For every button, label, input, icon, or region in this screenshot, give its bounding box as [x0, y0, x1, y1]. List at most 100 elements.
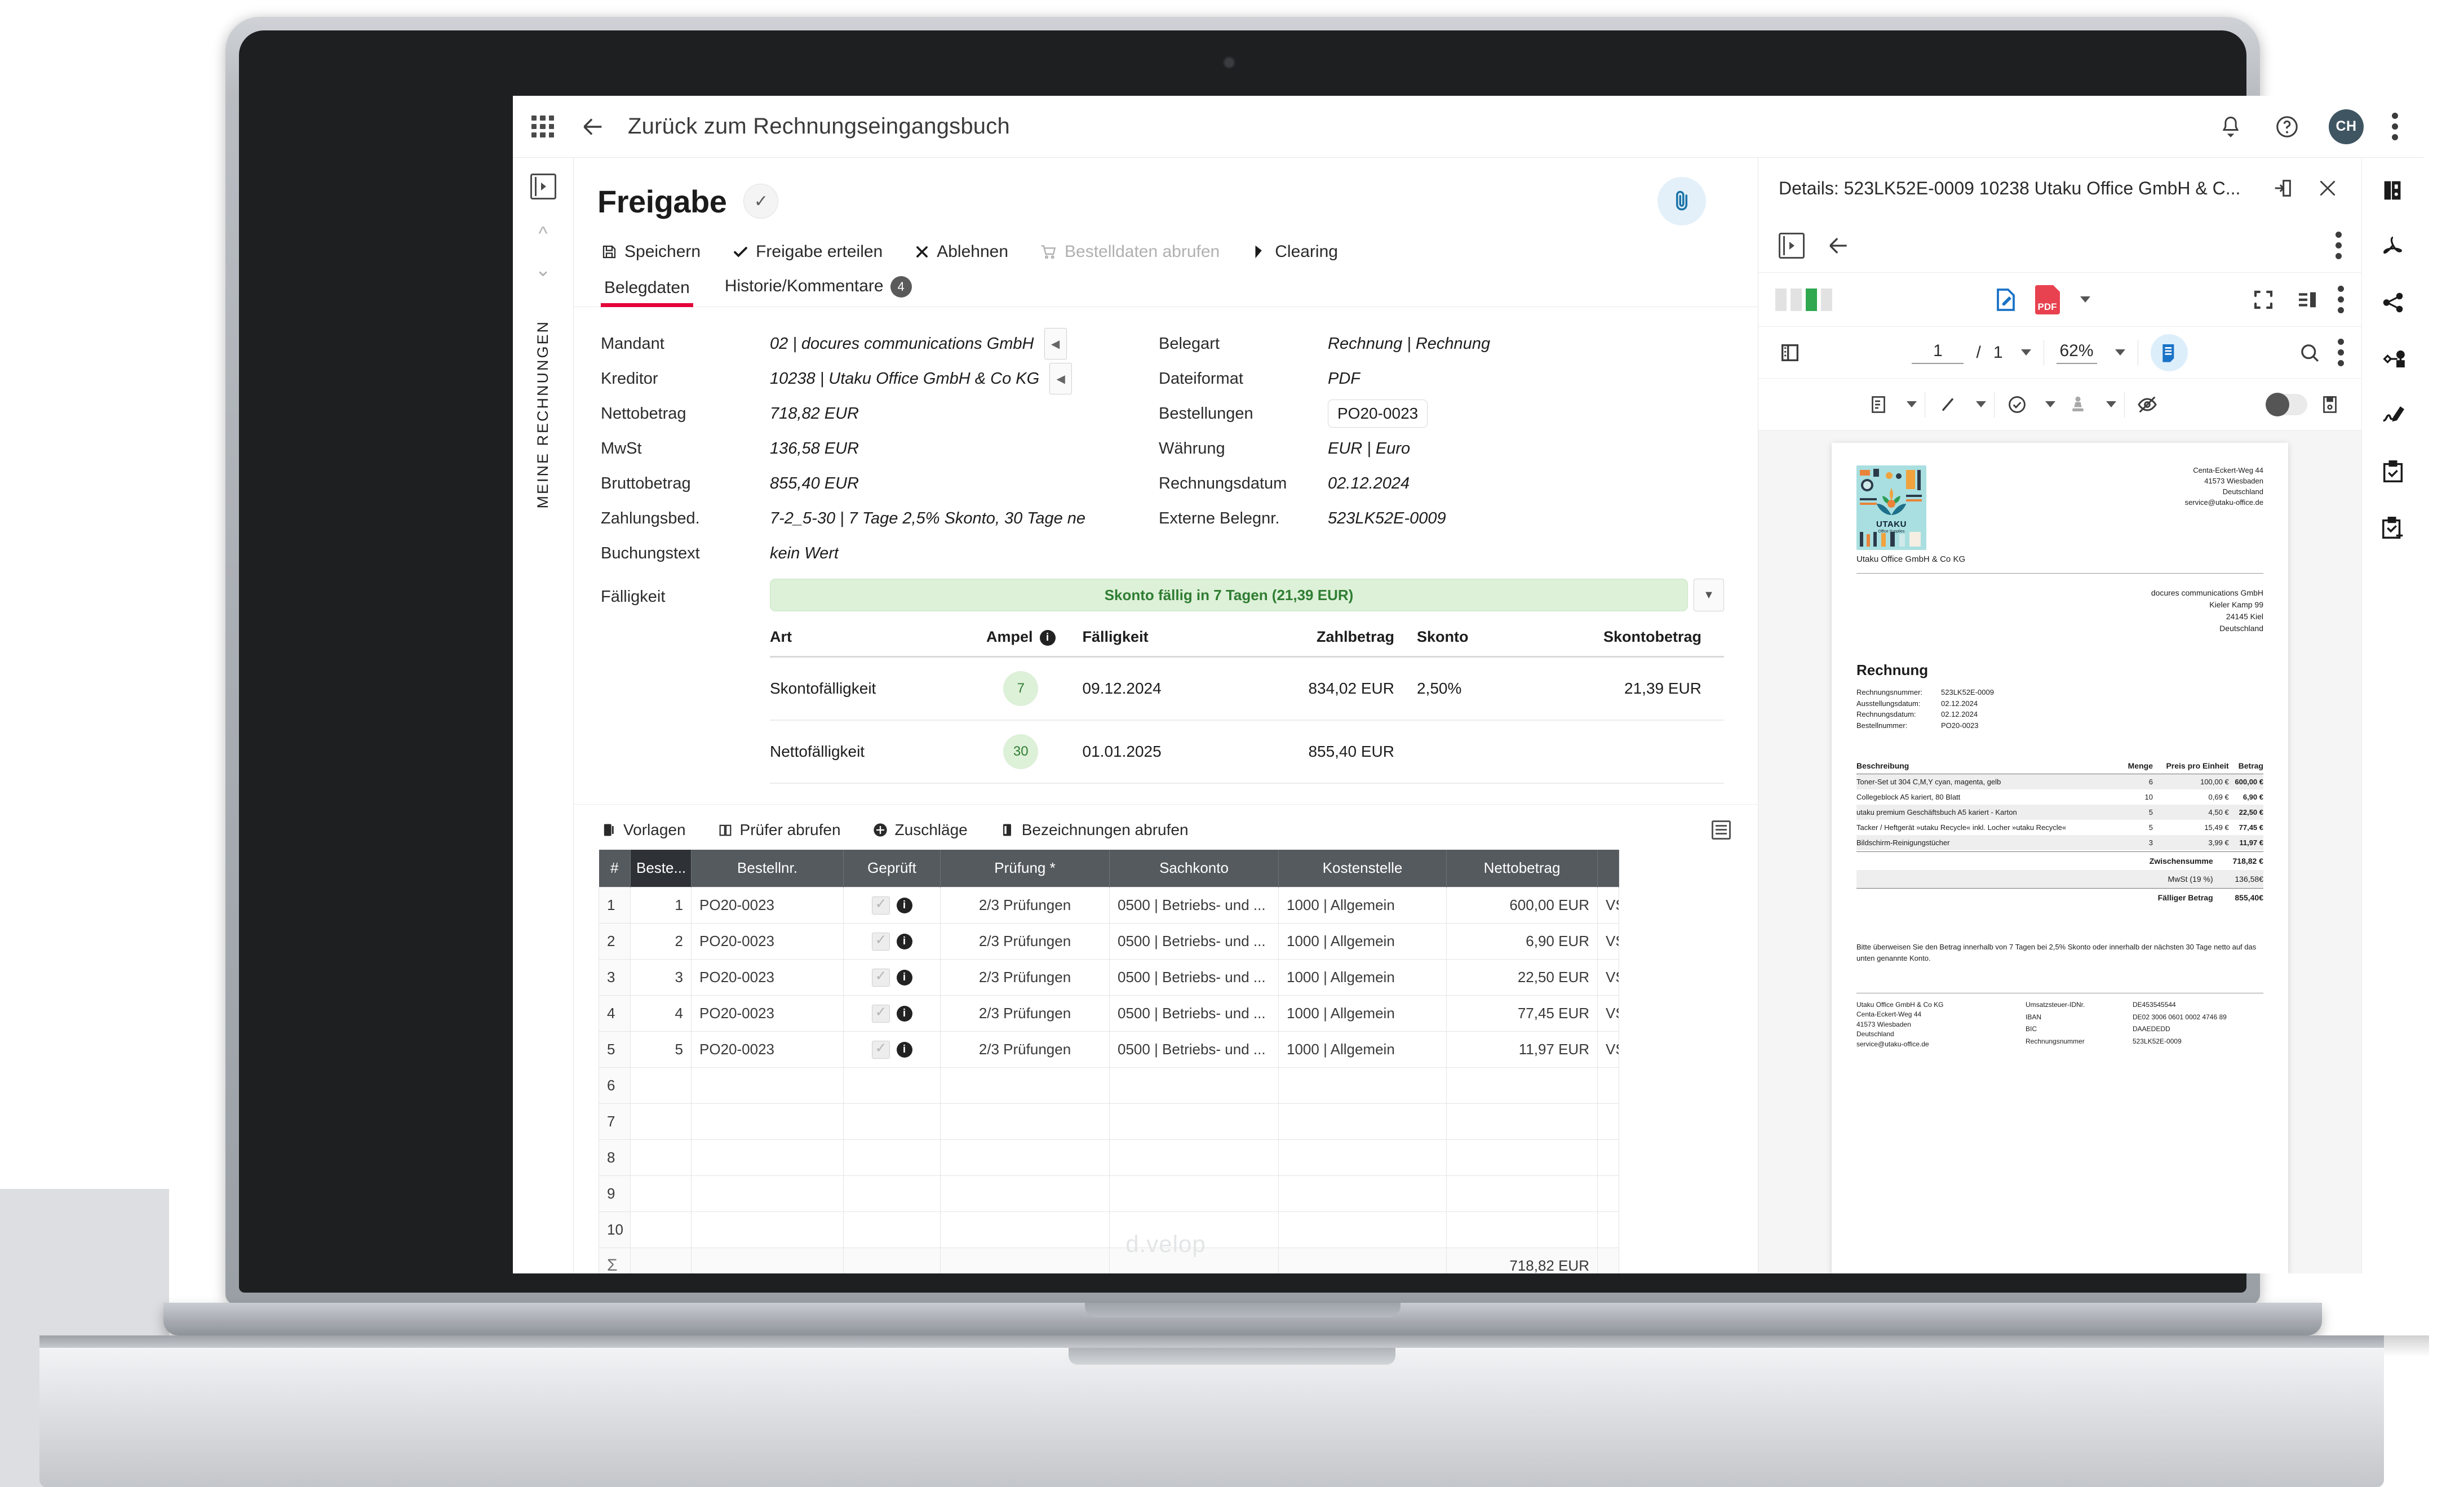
action-bestelldaten-abrufen[interactable]: Bestelldaten abrufen [1040, 242, 1220, 261]
viewer-more-vertical-icon[interactable] [2337, 286, 2345, 313]
acrobat-icon[interactable] [2378, 231, 2408, 261]
col-bestellnr[interactable]: Bestellnr. [691, 850, 844, 887]
signature-chevron-down-icon[interactable] [2106, 401, 2116, 407]
table-row[interactable]: 44PO20-0023i2/3 Prüfungen0500 | Betriebs… [599, 995, 1619, 1032]
table-row[interactable]: 9 [599, 1175, 1619, 1212]
zoom-chevron-down-icon[interactable] [2115, 349, 2125, 356]
stamp-chevron-down-icon[interactable] [2045, 401, 2055, 407]
eye-off-icon[interactable] [2133, 390, 2162, 419]
search-icon[interactable] [2295, 338, 2324, 367]
stamp-icon[interactable] [2063, 390, 2093, 419]
status-badge[interactable]: ✓ [743, 184, 779, 219]
table-row[interactable]: 33PO20-0023i2/3 Prüfungen0500 | Betriebs… [599, 958, 1619, 996]
next-record-chevron-down-icon[interactable]: ⌄ [535, 260, 551, 279]
open-in-new-icon[interactable] [2268, 174, 2297, 203]
table-row[interactable]: 11PO20-0023i2/3 Prüfungen0500 | Betriebs… [599, 886, 1619, 924]
field-value[interactable]: EUR | Euro [1328, 440, 1410, 458]
note-chevron-down-icon[interactable] [1906, 401, 1917, 407]
field-value[interactable]: Rechnung | Rechnung [1328, 335, 1490, 353]
column-settings-icon[interactable] [1712, 820, 1731, 840]
col-geprueft[interactable]: Geprüft [843, 850, 941, 887]
checkbox[interactable] [871, 1040, 890, 1059]
faelligkeit-dropdown-button[interactable]: ▼ [1694, 579, 1724, 611]
info-icon[interactable]: i [896, 933, 912, 949]
action-ablehnen[interactable]: Ablehnen [914, 242, 1008, 261]
page-number-input[interactable]: 1 [1912, 341, 1964, 364]
kreditor-picker-button[interactable]: ◀ [1049, 363, 1073, 394]
items-action-pruefer-abrufen[interactable]: Prüfer abrufen [717, 821, 841, 839]
check-stamp-icon[interactable] [2002, 390, 2032, 419]
workflow-icon[interactable] [2378, 344, 2408, 374]
field-value[interactable]: 10238 | Utaku Office GmbH & Co KG [770, 370, 1039, 388]
text-highlight-icon[interactable] [2150, 334, 2188, 371]
detail-back-arrow-icon[interactable] [1824, 231, 1853, 260]
pdf-viewer-area[interactable]: UTAKU Office Supplies Utaku Office GmbH … [1758, 430, 2361, 1273]
info-icon[interactable]: i [896, 897, 912, 913]
detail-panel-toggle-icon[interactable] [1779, 232, 1805, 259]
more-vertical-icon[interactable] [2391, 113, 2399, 140]
col-pruefung[interactable]: Prüfung * [940, 850, 1110, 887]
pdf-format-chevron-down-icon[interactable] [2080, 296, 2090, 303]
action-speichern[interactable]: Speichern [601, 242, 701, 261]
back-arrow-icon[interactable] [578, 112, 608, 141]
bestellung-chip[interactable]: PO20-0023 [1328, 400, 1428, 428]
col-bestellposition[interactable]: Beste... [630, 850, 692, 887]
table-row[interactable]: 55PO20-0023i2/3 Prüfungen0500 | Betriebs… [599, 1031, 1619, 1068]
field-value[interactable]: 855,40 EUR [770, 474, 859, 493]
annotation-toggle[interactable] [2266, 392, 2307, 416]
pagebar-more-vertical-icon[interactable] [2337, 339, 2345, 366]
edit-document-icon[interactable] [1991, 285, 2020, 314]
col-nettobetrag[interactable]: Nettobetrag [1446, 850, 1598, 887]
signature-icon[interactable] [2378, 400, 2408, 430]
action-clearing[interactable]: Clearing [1251, 242, 1338, 261]
page-chevron-down-icon[interactable] [2020, 349, 2031, 356]
fullscreen-icon[interactable] [2249, 285, 2278, 314]
field-value[interactable]: PDF [1328, 370, 1360, 388]
table-row[interactable]: Skontofälligkeit 7 09.12.2024 834,02 EUR… [770, 656, 1724, 721]
notification-bell-icon[interactable] [2216, 112, 2245, 141]
col-kostenstelle[interactable]: Kostenstelle [1278, 850, 1447, 887]
mandant-picker-button[interactable]: ◀ [1044, 328, 1067, 359]
page-breadcrumb-title[interactable]: Zurück zum Rechnungseingangsbuch [628, 114, 1010, 139]
attachment-clip-button[interactable] [1658, 177, 1706, 225]
checkbox[interactable] [871, 931, 890, 951]
apps-grid-icon[interactable] [530, 114, 556, 140]
items-action-bezeichnungen-abrufen[interactable]: Bezeichnungen abrufen [999, 821, 1189, 839]
action-freigabe-erteilen[interactable]: Freigabe erteilen [732, 242, 883, 261]
clipboard-add-icon[interactable] [2378, 513, 2408, 543]
items-action-vorlagen[interactable]: Vorlagen [601, 821, 686, 839]
info-icon[interactable]: i [1039, 629, 1056, 646]
table-row[interactable]: 7 [599, 1103, 1619, 1140]
checkbox[interactable] [871, 895, 890, 915]
previous-record-chevron-up-icon[interactable]: ^ [539, 224, 548, 243]
note-icon[interactable] [1864, 390, 1893, 419]
col-vs[interactable] [1597, 850, 1619, 887]
table-row[interactable]: 6 [599, 1067, 1619, 1104]
field-value[interactable]: 02.12.2024 [1328, 474, 1410, 493]
line-chevron-down-icon[interactable] [1975, 401, 1986, 407]
detail-more-vertical-icon[interactable] [2334, 232, 2342, 259]
save-annotations-icon[interactable] [2315, 390, 2345, 419]
folder-icon[interactable] [2378, 175, 2408, 205]
close-icon[interactable] [2313, 174, 2342, 203]
pdf-format-icon[interactable]: PDF [2035, 285, 2060, 314]
field-value[interactable]: 718,82 EUR [770, 405, 859, 423]
line-icon[interactable] [1933, 390, 1962, 419]
field-value[interactable]: kein Wert [770, 544, 839, 563]
zoom-level-input[interactable]: 62% [2056, 341, 2097, 364]
info-icon[interactable]: i [896, 1041, 912, 1058]
layout-icon[interactable] [2293, 285, 2322, 314]
thumbnails-panel-icon[interactable] [1775, 338, 1805, 367]
field-value[interactable]: 02 | docures communications GmbH [770, 335, 1034, 353]
checkbox[interactable] [871, 967, 890, 987]
field-value[interactable]: 523LK52E-0009 [1328, 509, 1446, 528]
field-value[interactable]: 7-2_5-30 | 7 Tage 2,5% Skonto, 30 Tage n… [770, 509, 1085, 528]
panel-toggle-icon[interactable] [530, 174, 556, 199]
checkbox[interactable] [871, 1004, 890, 1023]
clipboard-check-icon[interactable] [2378, 456, 2408, 487]
help-circle-icon[interactable] [2272, 112, 2302, 141]
col-sachkonto[interactable]: Sachkonto [1109, 850, 1279, 887]
table-row[interactable]: Nettofälligkeit 30 01.01.2025 855,40 EUR [770, 720, 1724, 784]
tab-belegdaten[interactable]: Belegdaten [601, 278, 693, 307]
info-icon[interactable]: i [896, 969, 912, 986]
